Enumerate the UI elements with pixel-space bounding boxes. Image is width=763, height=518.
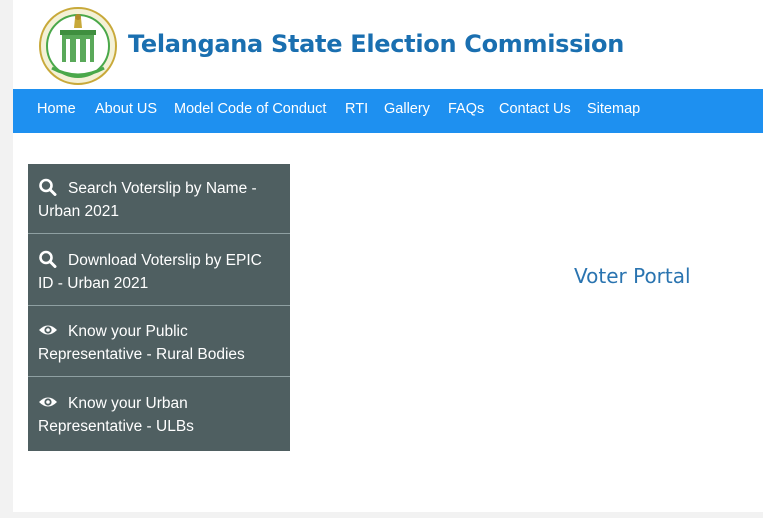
nav-contact-us[interactable]: Contact Us	[499, 89, 571, 133]
menu-item-line1: Know your Public	[68, 323, 188, 340]
nav-gallery[interactable]: Gallery	[384, 89, 430, 133]
menu-item-text: Search Voterslip by Name - Urban 2021	[38, 177, 283, 223]
menu-item-text: Know your Public Representative - Rural B…	[38, 320, 283, 366]
menu-item-line2: Urban 2021	[38, 203, 120, 220]
voter-portal-heading: Voter Portal	[574, 264, 691, 288]
telangana-emblem-icon[interactable]	[38, 6, 118, 86]
menu-item-line2: Representative - Rural Bodies	[38, 346, 245, 363]
nav-rti[interactable]: RTI	[345, 89, 368, 133]
page-bottom-edge	[0, 512, 763, 518]
menu-item-text: Know your Urban Representative - ULBs	[38, 392, 283, 438]
eye-icon	[39, 325, 57, 335]
site-title: Telangana State Election Commission	[128, 30, 625, 58]
menu-item-know-urban-representative[interactable]: Know your Urban Representative - ULBs	[28, 379, 290, 449]
menu-item-line1: Download Voterslip by EPIC	[68, 252, 262, 269]
search-icon	[39, 250, 57, 268]
nav-sitemap[interactable]: Sitemap	[587, 89, 640, 133]
menu-item-line2: Representative - ULBs	[38, 418, 194, 435]
menu-item-text: Download Voterslip by EPIC ID - Urban 202…	[38, 249, 283, 295]
menu-item-download-voterslip-by-epic[interactable]: Download Voterslip by EPIC ID - Urban 202…	[28, 236, 290, 306]
side-menu: Search Voterslip by Name - Urban 2021 Dow…	[28, 164, 290, 451]
nav-model-code-of-conduct[interactable]: Model Code of Conduct	[174, 89, 326, 133]
search-icon	[39, 178, 57, 196]
menu-item-line1: Search Voterslip by Name -	[68, 180, 257, 197]
nav-faqs[interactable]: FAQs	[448, 89, 484, 133]
site-header: Telangana State Election Commission	[13, 0, 763, 89]
eye-icon	[39, 397, 57, 407]
nav-about-us[interactable]: About US	[95, 89, 157, 133]
main-nav: Home About US Model Code of Conduct RTI …	[13, 89, 763, 133]
nav-home[interactable]: Home	[37, 89, 76, 133]
menu-item-search-voterslip-by-name[interactable]: Search Voterslip by Name - Urban 2021	[28, 164, 290, 234]
menu-item-line2: ID - Urban 2021	[38, 275, 149, 292]
menu-item-line1: Know your Urban	[68, 395, 188, 412]
page: Telangana State Election Commission Home…	[13, 0, 763, 518]
menu-item-know-public-representative[interactable]: Know your Public Representative - Rural B…	[28, 307, 290, 377]
